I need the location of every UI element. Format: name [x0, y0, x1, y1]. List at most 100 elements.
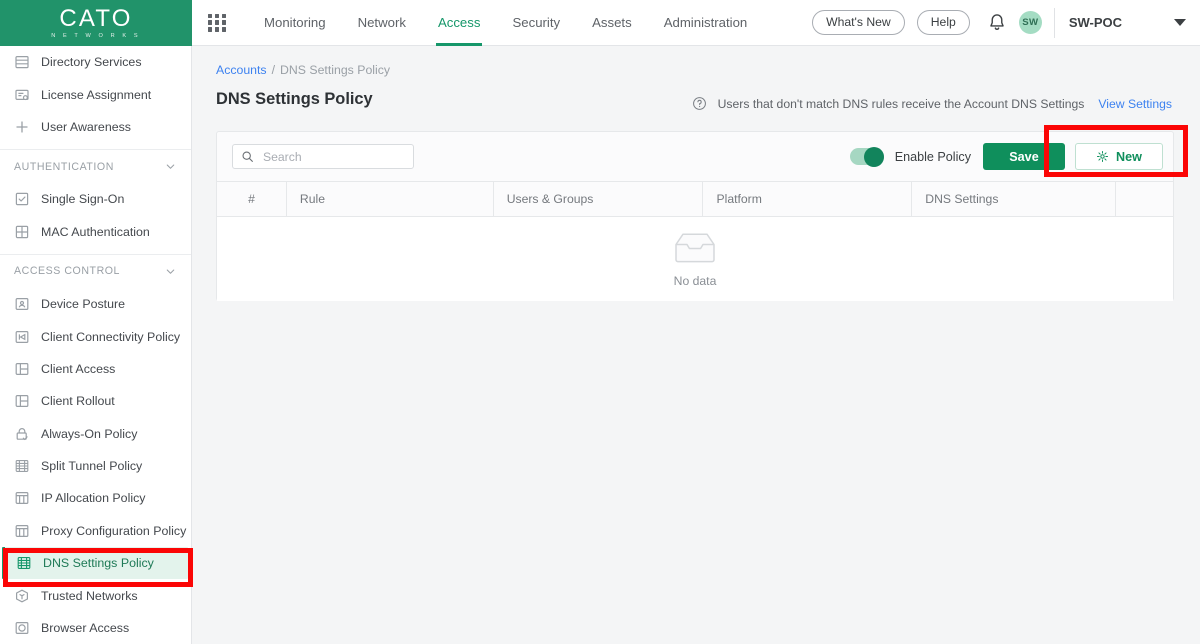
sidebar-item-label: IP Allocation Policy	[41, 491, 146, 506]
policy-toolbar: Enable Policy Save New	[217, 132, 1173, 181]
sidebar-item-device-posture[interactable]: Device Posture	[0, 288, 191, 320]
sidebar-item-label: Client Access	[41, 361, 116, 376]
nav-item-access[interactable]: Access	[422, 0, 497, 46]
sidebar-item-client-connectivity-policy[interactable]: Client Connectivity Policy	[0, 320, 191, 352]
sparkle-icon	[1097, 150, 1109, 163]
nav-item-security[interactable]: Security	[496, 0, 576, 46]
sidebar-item-label: License Assignment	[41, 87, 152, 102]
sidebar-section-access-control[interactable]: ACCESS CONTROL	[0, 253, 191, 288]
sidebar-item-trusted-networks[interactable]: Trusted Networks	[0, 579, 191, 611]
sidebar-item-label: Client Connectivity Policy	[41, 329, 181, 344]
rules-table: # Rule Users & Groups Platform DNS Setti…	[217, 181, 1173, 301]
column-header-rule[interactable]: Rule	[287, 182, 494, 216]
inbox-empty-icon	[675, 232, 715, 262]
whats-new-button[interactable]: What's New	[812, 9, 905, 36]
view-settings-link[interactable]: View Settings	[1098, 97, 1172, 111]
empty-state-text: No data	[673, 273, 717, 288]
account-selector[interactable]: SW-POC	[1069, 15, 1122, 30]
sidebar-item-label: Browser Access	[41, 621, 130, 636]
column-header-actions	[1116, 182, 1173, 216]
sidebar-item-label: Proxy Configuration Policy	[41, 523, 187, 538]
toolbar-right-group: Enable Policy Save New	[832, 143, 1163, 170]
nav-item-administration[interactable]: Administration	[648, 0, 764, 46]
lock-check-icon	[16, 427, 28, 440]
split-tunnel-icon	[15, 460, 29, 473]
enable-policy-toggle[interactable]	[849, 146, 884, 167]
column-header-users-groups[interactable]: Users & Groups	[494, 182, 704, 216]
plus-icon	[16, 121, 28, 133]
application-window: CATO N E T W O R K S Monitoring Network …	[0, 0, 1200, 644]
breadcrumb-current: DNS Settings Policy	[280, 63, 391, 77]
top-navigation-bar: CATO N E T W O R K S Monitoring Network …	[0, 0, 1200, 46]
sidebar-item-browser-access[interactable]: Browser Access	[0, 612, 191, 644]
question-circle-icon[interactable]	[692, 96, 707, 111]
monitor-icon	[15, 298, 29, 311]
sidebar-section-authentication[interactable]: AUTHENTICATION	[0, 149, 191, 183]
column-header-dns-settings[interactable]: DNS Settings	[912, 182, 1117, 216]
note-text: Users that don't match DNS rules receive…	[717, 96, 1085, 111]
sidebar-item-directory-services[interactable]: Directory Services	[0, 46, 191, 78]
sidebar-item-license-assignment[interactable]: License Assignment	[0, 78, 191, 110]
panels-icon	[15, 395, 29, 408]
sidebar-item-label: Device Posture	[41, 297, 126, 312]
sidebar-item-label: DNS Settings Policy	[43, 556, 154, 571]
chevron-down-icon	[166, 164, 175, 169]
sidebar-item-label: Client Rollout	[41, 394, 115, 409]
main-content: Accounts / DNS Settings Policy DNS Setting…	[192, 46, 1200, 644]
bell-icon[interactable]	[986, 12, 1008, 34]
sidebar-item-proxy-configuration-policy[interactable]: Proxy Configuration Policy	[0, 515, 191, 547]
panels-icon	[15, 362, 29, 375]
sidebar-item-client-access[interactable]: Client Access	[0, 353, 191, 385]
search-icon	[242, 151, 253, 162]
caret-down-icon[interactable]	[1174, 19, 1186, 26]
sidebar-item-ip-allocation-policy[interactable]: IP Allocation Policy	[0, 482, 191, 514]
column-header-platform[interactable]: Platform	[703, 182, 913, 216]
search-input[interactable]	[261, 148, 405, 165]
sidebar-item-split-tunnel-policy[interactable]: Split Tunnel Policy	[0, 450, 191, 482]
grid-apps-icon[interactable]	[208, 13, 226, 32]
top-right-controls: What's New Help SW SW-POC	[812, 0, 1200, 46]
avatar[interactable]: SW	[1018, 11, 1042, 34]
sidebar-item-label: Split Tunnel Policy	[41, 459, 143, 474]
section-label: ACCESS CONTROL	[14, 265, 121, 278]
sidebar: Directory Services License Assignment Us…	[0, 46, 192, 644]
shield-box-icon	[16, 589, 28, 603]
sidebar-item-single-sign-on[interactable]: Single Sign-On	[0, 183, 191, 215]
nav-item-assets[interactable]: Assets	[576, 0, 648, 46]
grid4-icon	[15, 225, 29, 238]
brand-tagline: N E T W O R K S	[51, 32, 141, 39]
sidebar-item-client-rollout[interactable]: Client Rollout	[0, 385, 191, 417]
nav-item-monitoring[interactable]: Monitoring	[248, 0, 342, 46]
column-header-index[interactable]: #	[217, 182, 287, 216]
connectivity-icon	[15, 330, 29, 343]
section-label: AUTHENTICATION	[14, 160, 114, 173]
policy-card: Enable Policy Save New # Rule	[216, 131, 1174, 301]
sidebar-item-user-awareness[interactable]: User Awareness	[0, 111, 191, 143]
columns-icon	[15, 492, 29, 505]
checkbox-icon	[15, 193, 29, 206]
save-button[interactable]: Save	[983, 143, 1065, 170]
dns-icon	[17, 557, 31, 570]
search-box[interactable]	[232, 144, 414, 169]
help-button[interactable]: Help	[916, 9, 970, 36]
sidebar-item-dns-settings-policy[interactable]: DNS Settings Policy	[2, 547, 188, 580]
page-header: DNS Settings Policy Users that don't mat…	[192, 77, 1200, 111]
cato-logo[interactable]: CATO N E T W O R K S	[0, 0, 192, 46]
sidebar-item-label: Trusted Networks	[41, 588, 138, 603]
account-dns-note: Users that don't match DNS rules receive…	[692, 96, 1172, 111]
chevron-down-icon	[166, 269, 175, 274]
columns-icon	[15, 524, 29, 537]
breadcrumb-accounts[interactable]: Accounts	[216, 63, 267, 77]
browser-icon	[15, 622, 29, 635]
toolbar-divider	[1053, 7, 1055, 38]
brand-name: CATO	[59, 4, 133, 32]
sidebar-item-label: Always-On Policy	[41, 426, 138, 441]
enable-policy-control[interactable]: Enable Policy	[832, 146, 983, 167]
directory-icon	[15, 56, 29, 69]
nav-item-network[interactable]: Network	[342, 0, 422, 46]
sidebar-item-mac-authentication[interactable]: MAC Authentication	[0, 216, 191, 248]
new-rule-button[interactable]: New	[1075, 143, 1163, 170]
sidebar-item-always-on-policy[interactable]: Always-On Policy	[0, 418, 191, 450]
page-title: DNS Settings Policy	[216, 90, 373, 108]
table-empty-state: No data	[217, 217, 1173, 301]
